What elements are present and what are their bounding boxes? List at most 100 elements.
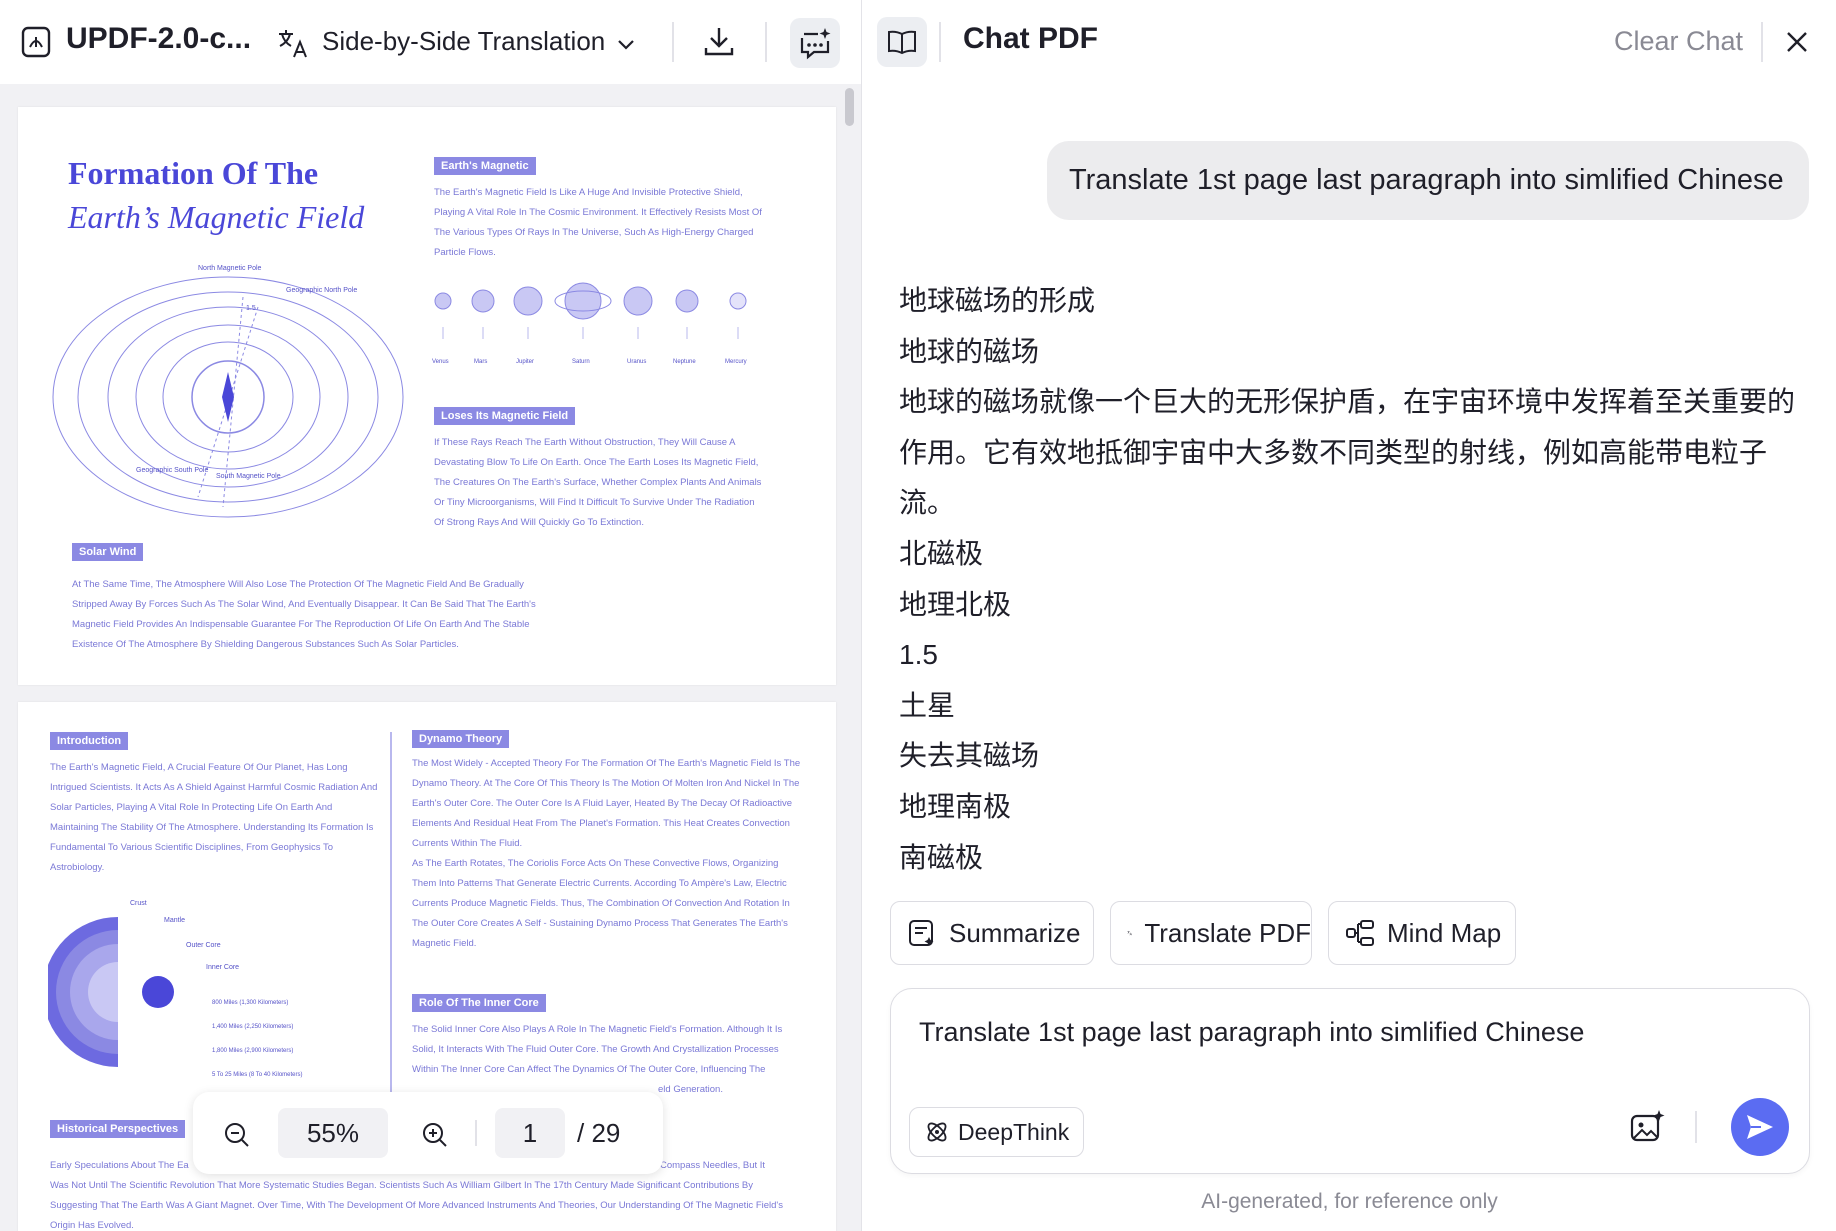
section-tag: Historical Perspectives <box>50 1120 186 1138</box>
zoom-out-icon[interactable] <box>223 1121 251 1149</box>
divider <box>1695 1111 1697 1143</box>
page-total: / 29 <box>577 1118 621 1148</box>
send-icon <box>1747 1115 1773 1139</box>
section-tag: Earth's Magnetic <box>434 157 536 175</box>
section-text: The Most Widely - Accepted Theory For Th… <box>412 758 801 849</box>
page-number-input[interactable]: 1 <box>495 1108 565 1158</box>
book-button[interactable] <box>877 17 927 67</box>
zoom-toolbar: 55% 1 / 29 <box>193 1092 663 1174</box>
divider <box>1761 22 1763 62</box>
section-text: Early Speculations About The Ea <box>50 1160 189 1171</box>
pdf-file-icon <box>21 26 51 58</box>
section-tag: Loses Its Magnetic Field <box>434 407 576 425</box>
ai-chat-icon <box>800 28 831 60</box>
label-angle: 1.5 <box>246 305 256 312</box>
image-ai-icon[interactable] <box>1629 1109 1665 1145</box>
pdf-toolbar: UPDF-2.0-c... Side-by-Side Translation <box>0 0 861 84</box>
reply-line: 失去其磁场 <box>899 740 1040 772</box>
user-message: Translate 1st page last paragraph into s… <box>1047 141 1809 220</box>
mind-map-icon <box>1346 920 1374 946</box>
atom-icon <box>927 1122 947 1142</box>
deepthink-toggle[interactable]: DeepThink <box>909 1107 1085 1157</box>
section-text: eld Generation. <box>658 1084 723 1095</box>
section-text: The Earth's Magnetic Field Is Like A Hug… <box>434 187 762 258</box>
planet-label: Venus <box>432 359 449 365</box>
send-button[interactable] <box>1731 1098 1789 1156</box>
page-title: Formation Of The <box>68 155 319 191</box>
planet-label: Mars <box>474 359 488 365</box>
label-outer-core: Outer Core <box>186 942 221 949</box>
download-icon[interactable] <box>702 24 736 58</box>
planet-label: Saturn <box>572 359 590 365</box>
section-text: The Earth's Magnetic Field, A Crucial Fe… <box>50 762 378 873</box>
section-tag: Role Of The Inner Core <box>412 994 546 1012</box>
reply-line: 1.5 <box>899 639 938 671</box>
chat-composer: Translate 1st page last paragraph into s… <box>890 988 1810 1174</box>
translate-pdf-button[interactable]: Translate PDF <box>1110 901 1312 965</box>
file-name[interactable]: UPDF-2.0-c... <box>66 22 251 56</box>
chat-panel: Chat PDF Clear Chat Translate 1st page l… <box>863 0 1836 1231</box>
divider <box>939 22 941 62</box>
earth-layers-diagram <box>48 917 174 1067</box>
section-text: At The Same Time, The Atmosphere Will Al… <box>72 579 536 650</box>
label-distance: 1,800 Miles (2,900 Kilometers) <box>212 1048 294 1054</box>
reply-line: 地球的磁场就像一个巨大的无形保护盾，在宇宙环境中发挥着至关重要的作用。它有效地抵… <box>899 386 1796 519</box>
page-title-italic: Earth’s Magnetic Field <box>68 199 365 235</box>
section-tag: Dynamo Theory <box>412 730 510 748</box>
translate-icon <box>1127 930 1132 936</box>
section-tag: Solar Wind <box>72 543 144 561</box>
zoom-in-icon[interactable] <box>421 1121 449 1149</box>
ai-disclaimer: AI-generated, for reference only <box>1201 1190 1498 1213</box>
section-tag: Introduction <box>50 732 129 750</box>
label-south-magnetic: South Magnetic Pole <box>216 473 281 480</box>
planets-diagram <box>434 282 747 339</box>
planet-label: Neptune <box>673 359 696 365</box>
chat-title: Chat PDF <box>963 22 1098 55</box>
reply-line: 南磁极 <box>899 841 984 873</box>
label-geographic-north: Geographic North Pole <box>286 287 358 294</box>
reply-line: 地理北极 <box>899 588 1012 620</box>
divider <box>672 22 674 62</box>
reply-line: 北磁极 <box>899 537 984 569</box>
label-geographic-south: Geographic South Pole <box>136 467 209 474</box>
magnetic-field-diagram <box>52 276 404 518</box>
reply-line: 地理南极 <box>899 790 1012 822</box>
section-text: Compass Needles, But It <box>660 1160 766 1171</box>
section-text: The Solid Inner Core Also Plays A Role I… <box>412 1024 783 1075</box>
zoom-level[interactable]: 55% <box>278 1108 388 1158</box>
pdf-page-1: Formation Of The Earth’s Magnetic Field … <box>18 107 836 685</box>
ai-chat-button[interactable] <box>790 18 840 68</box>
chat-input[interactable]: Translate 1st page last paragraph into s… <box>919 1017 1584 1048</box>
planet-label: Jupiter <box>516 359 535 365</box>
divider <box>765 22 767 62</box>
scrollbar-thumb[interactable] <box>845 88 854 126</box>
label-crust: Crust <box>130 900 147 907</box>
planet-label: Uranus <box>627 359 647 365</box>
mind-map-label: Mind Map <box>1387 917 1502 948</box>
pdf-viewer-panel: UPDF-2.0-c... Side-by-Side Translation F… <box>0 0 862 1231</box>
reply-line: 地球磁场的形成 <box>899 285 1096 316</box>
label-distance: 5 To 25 Miles (8 To 40 Kilometers) <box>212 1072 303 1078</box>
translation-mode-select[interactable]: Side-by-Side Translation <box>322 26 605 57</box>
section-text: As The Earth Rotates, The Coriolis Force… <box>412 858 790 949</box>
close-icon[interactable] <box>1783 28 1811 56</box>
label-distance: 1,400 Miles (2,250 Kilometers) <box>212 1024 294 1030</box>
summarize-icon <box>909 920 934 946</box>
summarize-label: Summarize <box>949 917 1081 948</box>
planet-label: Mercury <box>725 359 747 365</box>
label-inner-core: Inner Core <box>206 964 240 971</box>
reply-line: 地球的磁场 <box>899 335 1040 367</box>
translate-icon <box>279 30 307 58</box>
reply-line: 土星 <box>899 689 956 721</box>
book-icon <box>888 30 916 55</box>
chevron-down-icon[interactable] <box>614 32 638 56</box>
summarize-button[interactable]: Summarize <box>890 901 1094 965</box>
label-mantle: Mantle <box>164 917 186 924</box>
label-distance: 800 Miles (1,300 Kilometers) <box>212 1000 289 1006</box>
translate-pdf-label: Translate PDF <box>1144 917 1311 948</box>
clear-chat-button[interactable]: Clear Chat <box>1614 26 1743 57</box>
mind-map-button[interactable]: Mind Map <box>1328 901 1516 965</box>
assistant-reply: 地球磁场的形成 地球的磁场 地球的磁场就像一个巨大的无形保护盾，在宇宙环境中发挥… <box>899 276 1809 883</box>
column-divider <box>390 732 392 1092</box>
label-north-magnetic: North Magnetic Pole <box>198 265 262 272</box>
